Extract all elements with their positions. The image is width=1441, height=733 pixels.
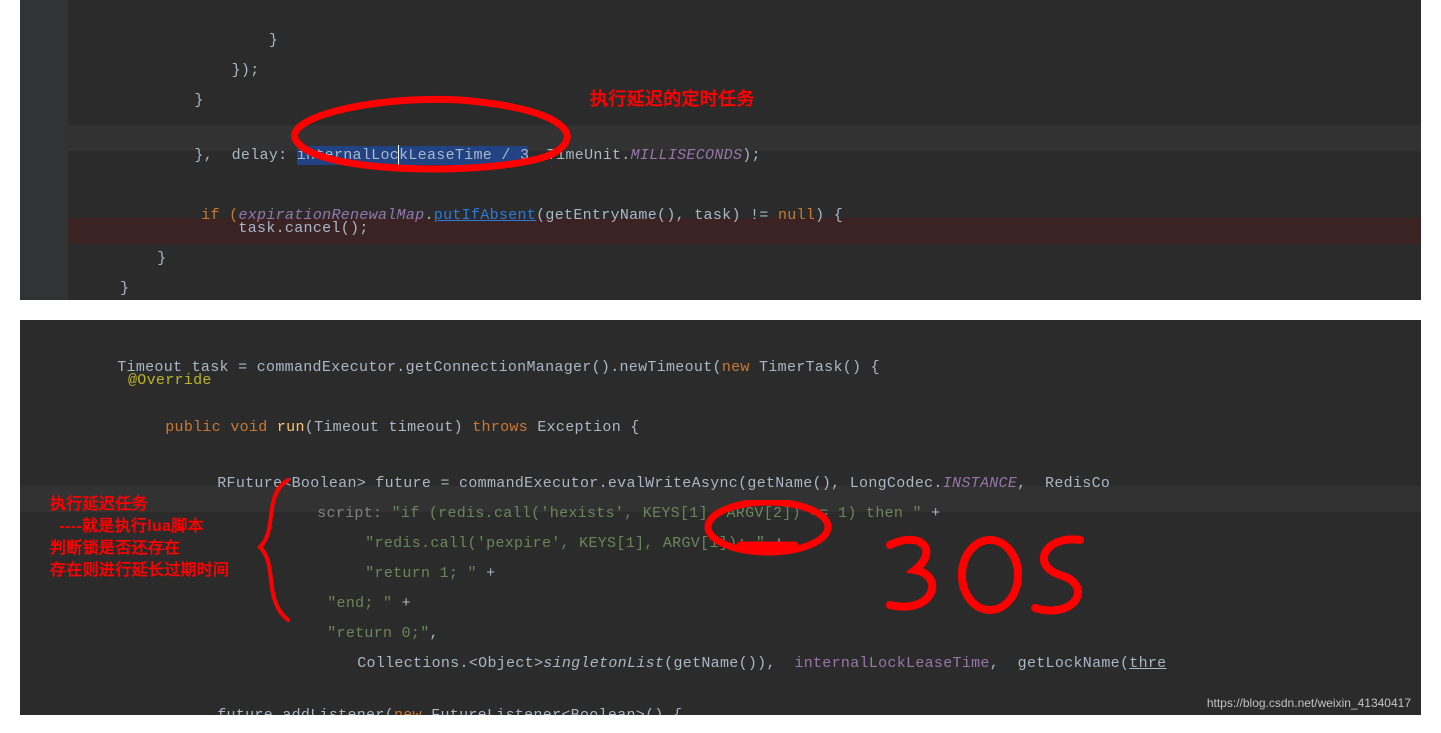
text: + xyxy=(922,505,941,522)
kw: public void xyxy=(165,419,267,436)
kw: throws xyxy=(472,419,528,436)
code-block-1: } }); } }, delay: internalLockLeaseTime … xyxy=(20,0,1421,300)
text: thre xyxy=(1129,655,1166,672)
code-line-override[interactable]: @Override xyxy=(128,372,212,389)
watermark: https://blog.csdn.net/weixin_41340417 xyxy=(1207,696,1411,710)
code-line[interactable]: } xyxy=(120,32,278,49)
gutter xyxy=(20,0,68,300)
kw: new xyxy=(722,359,750,376)
method: run xyxy=(268,419,305,436)
code-line[interactable]: } xyxy=(120,280,129,297)
text: (getEntryName(), task) != xyxy=(536,207,778,224)
field: internalLockLeaseTime xyxy=(794,655,989,672)
text: ); xyxy=(742,147,761,164)
text: future.addListener( xyxy=(217,707,394,715)
code-line[interactable]: }); xyxy=(120,62,260,79)
code-line[interactable]: Collections.<Object>singletonList(getNam… xyxy=(320,638,1167,689)
code-line[interactable]: future.addListener(new FutureListener<Bo… xyxy=(180,690,682,715)
code-line-run[interactable]: public void run(Timeout timeout) throws … xyxy=(128,402,640,453)
code-block-2: Timeout task = commandExecutor.getConnec… xyxy=(20,320,1421,715)
text: (getName()), xyxy=(664,655,794,672)
text: (Timeout timeout) xyxy=(305,419,472,436)
code-line[interactable]: } xyxy=(120,92,204,109)
kw: null xyxy=(778,207,815,224)
code-line-delay[interactable]: }, delay: internalLockLeaseTime / 3, Tim… xyxy=(120,128,761,182)
text: , getLockName( xyxy=(990,655,1130,672)
text: MILLISECONDS xyxy=(631,147,743,164)
text: }, delay: xyxy=(157,147,297,164)
const: INSTANCE xyxy=(943,475,1017,492)
text: + xyxy=(765,535,784,552)
text: , RedisCo xyxy=(1017,475,1110,492)
code-line[interactable]: task.cancel(); xyxy=(164,220,369,237)
selection: internalLockLeaseTime / 3 xyxy=(297,146,529,165)
text: TimerTask() { xyxy=(750,359,880,376)
annotation-line: 判断锁是否还存在 xyxy=(50,534,180,558)
method-link[interactable]: putIfAbsent xyxy=(434,207,536,224)
text: , TimeUnit. xyxy=(528,147,630,164)
annotation-line: 存在则进行延长过期时间 xyxy=(50,556,229,580)
annotation-line: ----就是执行lua脚本 xyxy=(50,512,204,536)
code-line[interactable]: } xyxy=(120,250,167,267)
text: Exception { xyxy=(528,419,640,436)
method: singletonList xyxy=(543,655,664,672)
caret-icon xyxy=(398,145,399,165)
kw: new xyxy=(394,707,422,715)
text: ) { xyxy=(815,207,843,224)
text: FutureListener<Boolean>() { xyxy=(422,707,682,715)
annotation-line: 执行延迟任务 xyxy=(50,490,148,514)
text: + xyxy=(477,565,496,582)
text: . xyxy=(424,207,433,224)
annotation-label: 执行延迟的定时任务 xyxy=(590,85,755,111)
text: Collections.<Object> xyxy=(357,655,543,672)
